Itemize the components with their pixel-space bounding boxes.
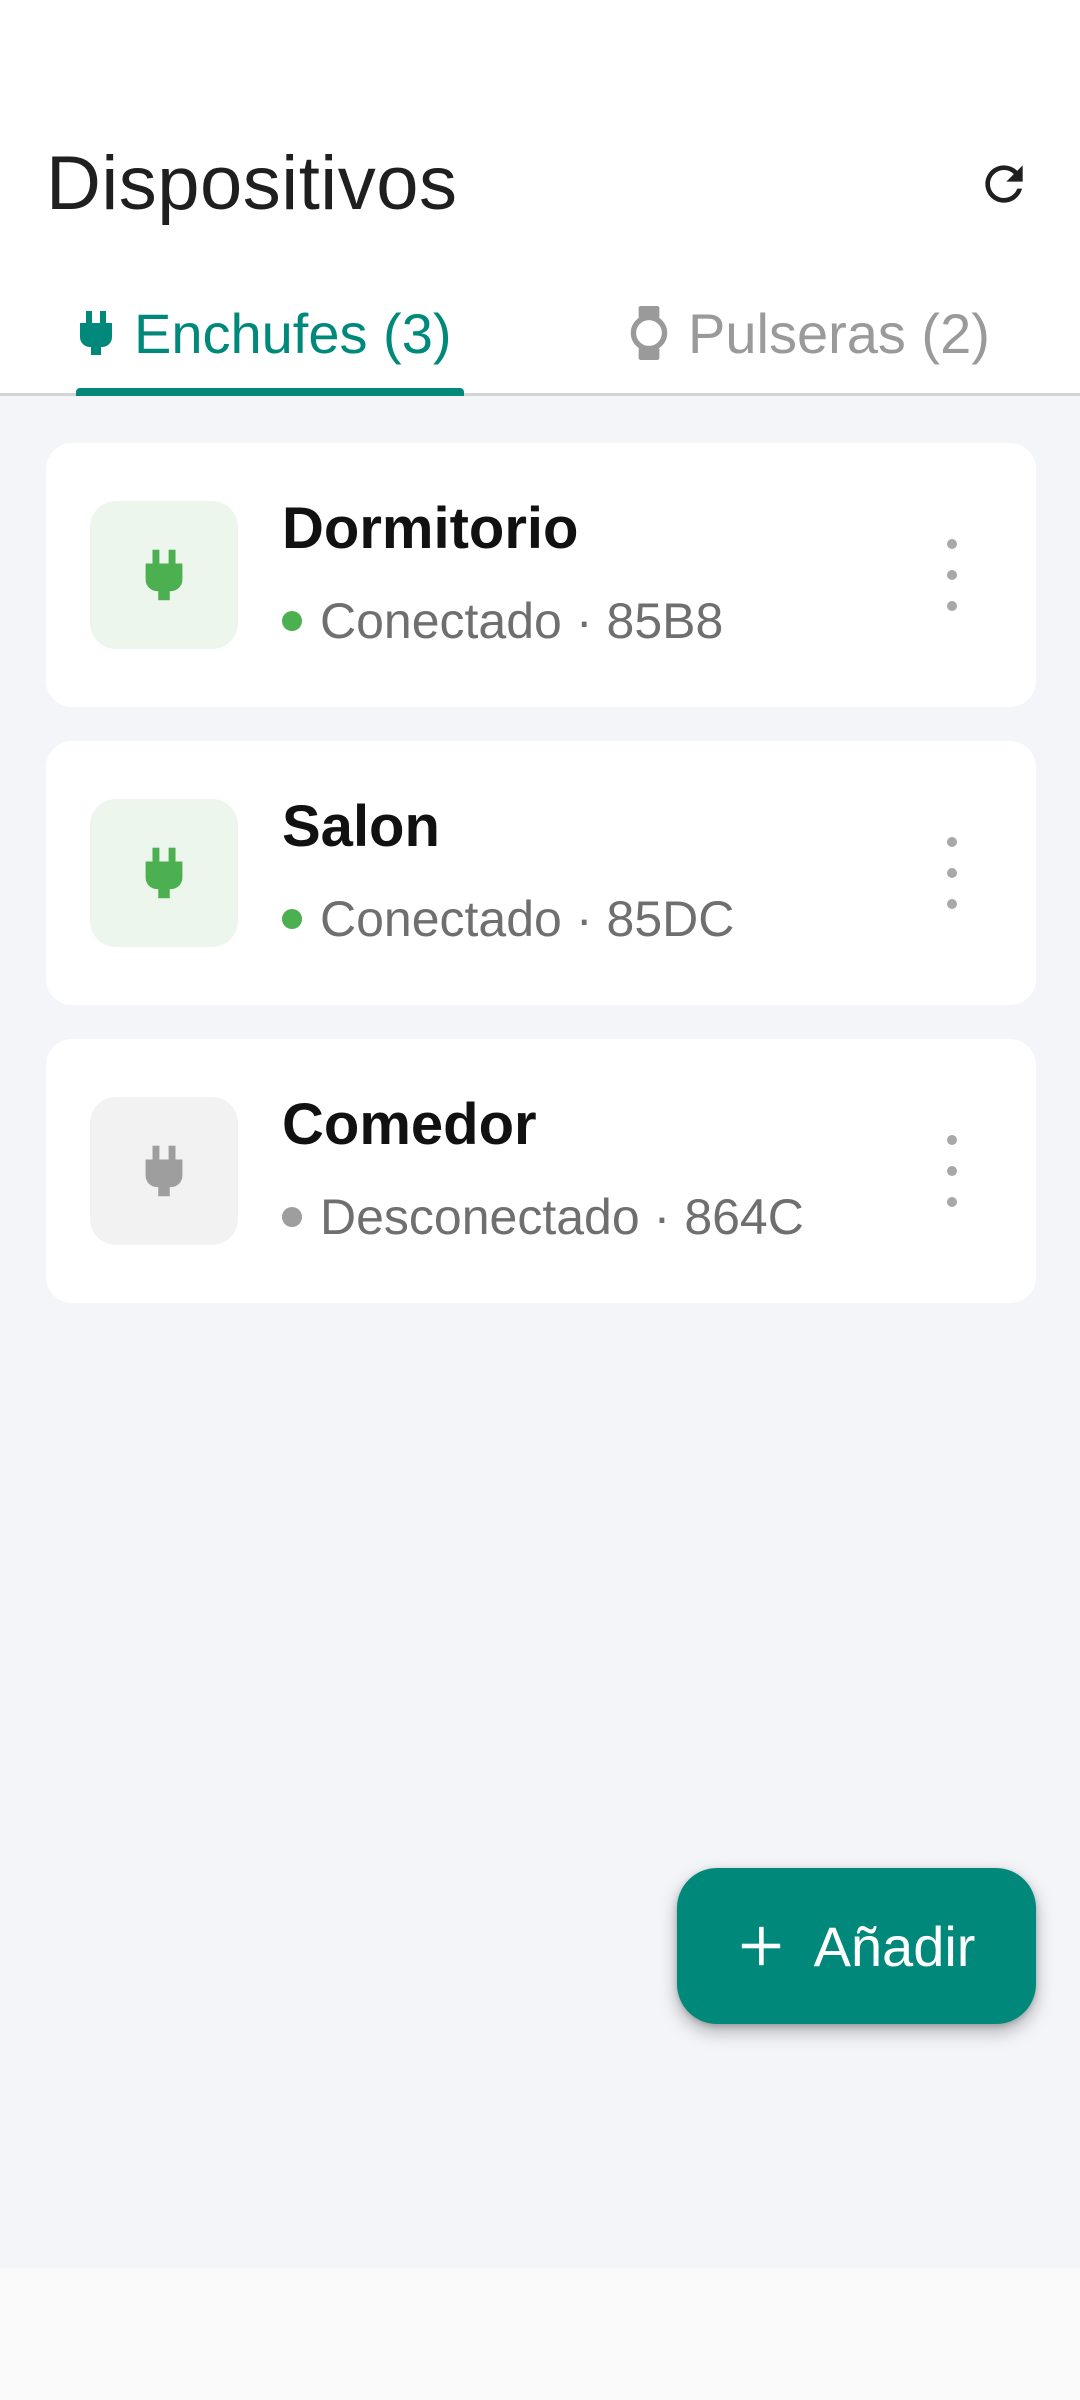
device-code: 85B8 [606, 593, 724, 649]
status-text: Conectado [320, 593, 562, 649]
tab-pulseras[interactable]: Pulseras (2) [628, 270, 990, 396]
refresh-button[interactable] [962, 142, 1046, 226]
device-card-comedor[interactable]: Comedor Desconectado · 864C [46, 1039, 1036, 1303]
device-name: Salon [282, 794, 440, 859]
tab-enchufes[interactable]: Enchufes (3) [76, 270, 452, 396]
watch-icon [628, 306, 670, 360]
plus-icon [738, 1923, 784, 1969]
separator: · [575, 891, 593, 947]
device-status: Desconectado · 864C [282, 1187, 804, 1247]
plug-icon [76, 309, 116, 357]
status-dot [282, 1207, 302, 1227]
more-options-button[interactable] [938, 539, 966, 611]
status-text: Conectado [320, 891, 562, 947]
more-options-button[interactable] [938, 1135, 966, 1207]
device-name: Comedor [282, 1092, 537, 1157]
device-icon-container [90, 799, 238, 947]
status-text: Desconectado [320, 1189, 640, 1245]
device-status: Conectado · 85B8 [282, 591, 723, 651]
system-navigation-bar [0, 2268, 1080, 2400]
separator: · [653, 1189, 671, 1245]
device-icon-container [90, 1097, 238, 1245]
device-card-salon[interactable]: Salon Conectado · 85DC [46, 741, 1036, 1005]
tab-label: Enchufes (3) [134, 301, 452, 365]
fab-label: Añadir [813, 1914, 976, 1978]
more-vert-icon [947, 837, 957, 847]
device-code: 85DC [606, 891, 735, 947]
refresh-icon [985, 165, 1023, 203]
separator: · [575, 593, 593, 649]
more-vert-icon [947, 539, 957, 549]
tab-label: Pulseras (2) [688, 301, 990, 365]
add-device-button[interactable]: Añadir [677, 1868, 1036, 2024]
device-tabs: Enchufes (3) Pulseras (2) [0, 270, 1080, 396]
device-name: Dormitorio [282, 496, 579, 561]
plug-icon [145, 549, 183, 601]
device-icon-container [90, 501, 238, 649]
device-status: Conectado · 85DC [282, 889, 734, 949]
page-title: Dispositivos [46, 141, 458, 226]
active-tab-indicator [76, 388, 464, 396]
more-vert-icon [947, 1135, 957, 1145]
app-screen: Dispositivos Enchufes (3) Pulseras (2) D… [0, 0, 1080, 2400]
more-options-button[interactable] [938, 837, 966, 909]
device-card-dormitorio[interactable]: Dormitorio Conectado · 85B8 [46, 443, 1036, 707]
status-dot [282, 611, 302, 631]
status-dot [282, 909, 302, 929]
plug-icon [145, 847, 183, 899]
app-header: Dispositivos Enchufes (3) Pulseras (2) [0, 0, 1080, 396]
device-code: 864C [684, 1189, 804, 1245]
plug-icon [145, 1145, 183, 1197]
